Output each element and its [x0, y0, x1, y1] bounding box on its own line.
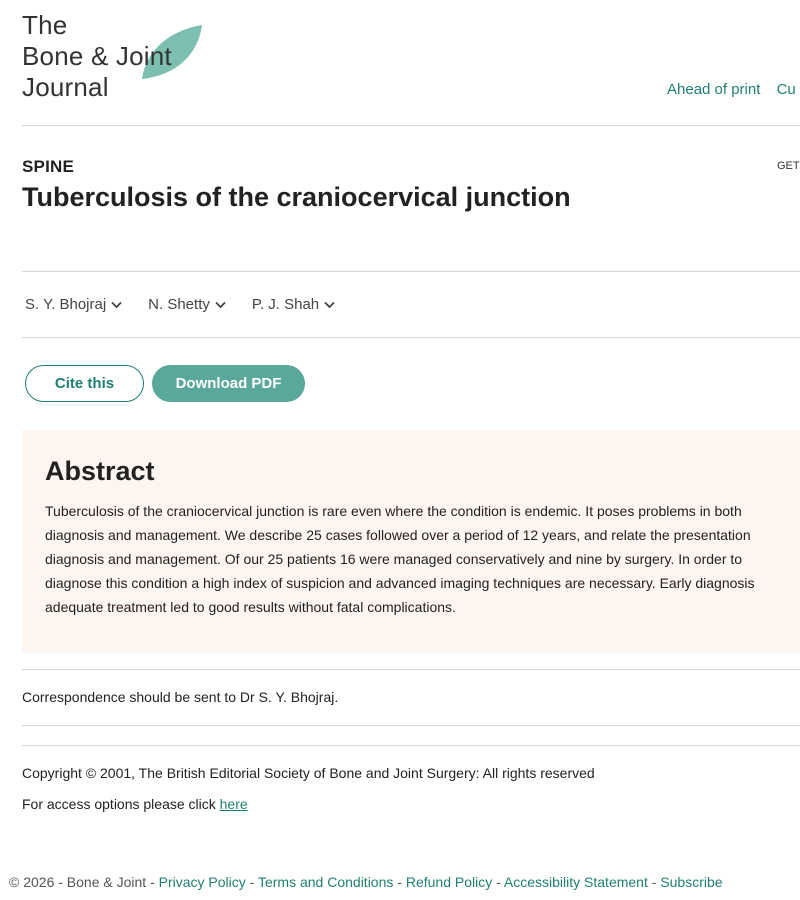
author-name: S. Y. Bhojraj — [25, 296, 107, 313]
abstract-line: diagnose this condition a high index of … — [45, 575, 755, 591]
logo-line-3: Journal — [22, 72, 109, 102]
section-label: SPINE — [22, 157, 75, 176]
site-footer: © 2026 - Bone & Joint - Privacy Policy -… — [9, 874, 723, 890]
author-list: S. Y. Bhojraj N. Shetty P. J. Shah — [25, 296, 335, 313]
download-pdf-button[interactable]: Download PDF — [152, 365, 305, 402]
author-shah[interactable]: P. J. Shah — [252, 296, 335, 313]
chevron-down-icon — [111, 301, 122, 308]
article-title: Tuberculosis of the craniocervical junct… — [22, 182, 571, 212]
footer-separator: - — [245, 874, 258, 890]
divider — [22, 725, 800, 726]
abstract-line: diagnosis and management. We describe 25… — [45, 527, 751, 543]
author-name: N. Shetty — [148, 296, 210, 313]
footer-separator: - — [393, 874, 406, 890]
author-shetty[interactable]: N. Shetty — [148, 296, 226, 313]
journal-logo[interactable]: The Bone & Joint Journal — [22, 10, 222, 105]
divider — [22, 125, 800, 126]
subscribe-link[interactable]: Subscribe — [660, 874, 722, 890]
footer-separator: - — [146, 874, 159, 890]
access-options: For access options please click here — [22, 796, 248, 812]
copyright-notice: Copyright © 2001, The British Editorial … — [22, 765, 595, 781]
abstract-text: Tuberculosis of the craniocervical junct… — [45, 499, 800, 619]
divider — [22, 745, 800, 746]
abstract-line: adequate treatment led to good results w… — [45, 599, 456, 615]
chevron-down-icon — [324, 301, 335, 308]
nav-ahead-of-print[interactable]: Ahead of print — [667, 81, 760, 98]
privacy-policy-link[interactable]: Privacy Policy — [159, 874, 246, 890]
footer-separator: - — [492, 874, 504, 890]
logo-line-1: The — [22, 10, 68, 40]
abstract-line: diagnosis and management. Of our 25 pati… — [45, 551, 743, 567]
nav-current[interactable]: Cu — [777, 81, 796, 98]
abstract-line: Tuberculosis of the craniocervical junct… — [45, 503, 742, 519]
logo-line-2: Bone & Joint — [22, 41, 172, 71]
author-bhojraj[interactable]: S. Y. Bhojraj — [25, 296, 122, 313]
access-here-link[interactable]: here — [220, 796, 248, 812]
abstract-heading: Abstract — [45, 456, 155, 486]
abstract-panel: Abstract Tuberculosis of the craniocervi… — [22, 430, 800, 653]
chevron-down-icon — [215, 301, 226, 308]
terms-link[interactable]: Terms and Conditions — [258, 874, 393, 890]
divider — [22, 271, 800, 272]
divider — [22, 337, 800, 338]
top-nav: Ahead of print Cu — [667, 81, 800, 98]
accessibility-link[interactable]: Accessibility Statement — [504, 874, 648, 890]
get-access-link[interactable]: GET — [777, 160, 800, 172]
footer-copyright: © 2026 - Bone & Joint — [9, 874, 147, 890]
author-name: P. J. Shah — [251, 296, 320, 313]
cite-this-button[interactable]: Cite this — [25, 365, 144, 402]
access-prefix: For access options please click — [22, 796, 220, 812]
footer-separator: - — [647, 874, 661, 890]
divider — [22, 669, 800, 670]
correspondence-note: Correspondence should be sent to Dr S. Y… — [22, 689, 339, 705]
refund-policy-link[interactable]: Refund Policy — [406, 874, 492, 890]
